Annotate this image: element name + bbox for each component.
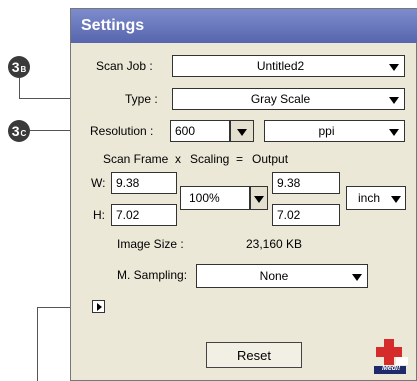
leader-line <box>19 78 20 98</box>
header-x: x <box>175 152 181 166</box>
output-height-input[interactable]: 7.02 <box>272 204 340 226</box>
chevron-down-icon <box>237 129 247 136</box>
unit-dropdown[interactable]: inch <box>346 186 406 210</box>
m-sampling-value: None <box>259 269 289 283</box>
header-scaling: Scaling <box>190 152 230 166</box>
resolution-unit-dropdown[interactable]: ppi <box>264 120 405 142</box>
image-size-label: Image Size : <box>117 237 184 251</box>
resolution-unit-value: ppi <box>318 124 335 138</box>
chevron-down-icon <box>389 129 399 136</box>
callout-badge-3c: 3C <box>8 120 30 142</box>
height-input[interactable]: 7.02 <box>111 204 177 226</box>
m-sampling-dropdown[interactable]: None <box>196 264 368 288</box>
reset-button[interactable]: Reset <box>206 342 302 368</box>
header-output: Output <box>252 152 289 166</box>
resolution-label: Resolution : <box>90 124 154 138</box>
image-size-value: 23,160 KB <box>246 237 303 251</box>
leader-line <box>37 307 38 381</box>
scan-job-value: Untitled2 <box>256 59 305 73</box>
callout-badge-3b: 3B <box>8 56 30 78</box>
type-label: Type : <box>125 92 158 106</box>
medical-cross-logo: Medi! <box>372 337 408 375</box>
scan-job-dropdown[interactable]: Untitled2 <box>172 55 405 77</box>
output-width-input[interactable]: 9.38 <box>272 172 340 194</box>
resolution-input[interactable]: 600 <box>170 120 230 142</box>
chevron-down-icon <box>389 64 399 71</box>
type-value: Gray Scale <box>250 92 311 106</box>
unit-value: inch <box>357 191 380 205</box>
chevron-down-icon <box>391 196 401 203</box>
width-label: W: <box>91 176 106 190</box>
type-dropdown[interactable]: Gray Scale <box>172 88 405 110</box>
width-input[interactable]: 9.38 <box>111 172 177 194</box>
m-sampling-label: M. Sampling: <box>117 268 188 282</box>
chevron-down-icon <box>254 196 264 203</box>
chevron-down-icon <box>352 274 362 281</box>
panel-title: Settings <box>71 9 417 43</box>
logo-text: Medi! <box>382 365 401 372</box>
chevron-down-icon <box>389 97 399 104</box>
header-scan-frame: Scan Frame <box>103 152 169 166</box>
scaling-dropdown-button[interactable] <box>250 186 268 210</box>
height-label: H: <box>93 208 105 222</box>
scaling-input[interactable]: 100% <box>180 186 250 210</box>
resolution-dropdown-button[interactable] <box>230 120 254 142</box>
chevron-right-icon <box>97 303 102 311</box>
scan-job-label: Scan Job : <box>96 59 153 73</box>
expand-toggle-button[interactable] <box>92 300 105 313</box>
header-equals: = <box>236 152 244 166</box>
